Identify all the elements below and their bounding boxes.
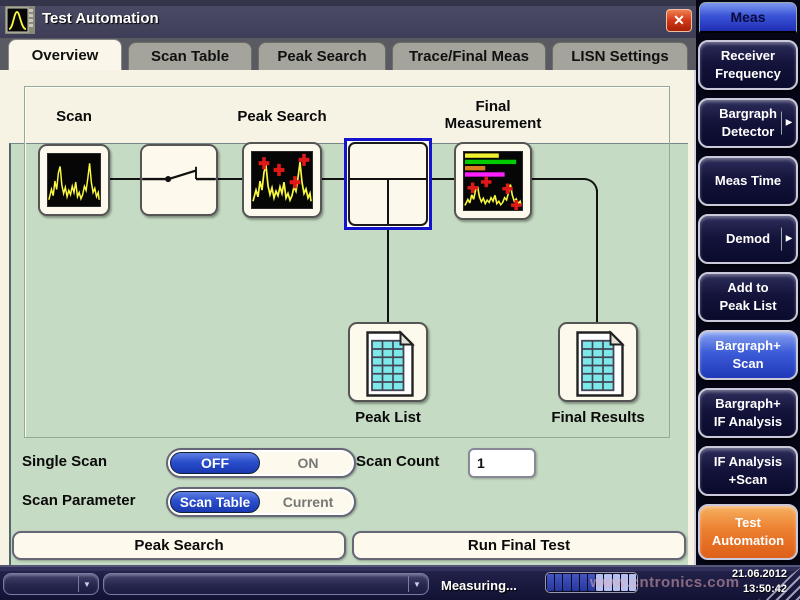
scan-stage-icon[interactable] [38,144,110,216]
softkey-menu: Meas Receiver Frequency Bargraph Detecto… [696,0,800,565]
progress-segment [621,574,628,591]
tab-bar: Overview Scan Table Peak Search Trace/Fi… [0,38,696,70]
peak-search-stage-icon[interactable] [242,142,322,218]
connector-line [387,229,389,322]
peak-search-button[interactable]: Peak Search [12,531,346,560]
junction-box-selected[interactable] [344,138,432,230]
status-date: 21.06.2012 [695,567,787,582]
softkey-add-to-peak-list[interactable]: Add to Peak List [698,272,798,322]
connector-line [110,178,140,180]
tab-peak-search[interactable]: Peak Search [258,42,386,70]
switch-icon [142,146,216,214]
softkey-label: Bargraph Detector [719,105,777,140]
connector-line [322,178,344,180]
junction-box-inner [348,142,428,226]
connector-line [532,178,585,180]
scan-parameter-scan-table-option[interactable]: Scan Table [170,491,260,513]
scan-parameter-toggle: Scan Table Current [166,487,356,517]
peak-search-stage-label: Peak Search [222,108,342,125]
peak-list-label: Peak List [328,409,448,426]
softkey-demod[interactable]: Demod ▶ [698,214,798,264]
scan-count-input[interactable] [468,448,536,478]
progress-segment [613,574,620,591]
softkey-if-analysis-scan[interactable]: IF Analysis +Scan [698,446,798,496]
menu-header-meas: Meas [699,2,797,33]
junction-line-vertical [387,178,389,224]
status-dropdown-2[interactable]: ▼ [103,573,429,595]
tab-trace-final-meas[interactable]: Trace/Final Meas [392,42,546,70]
progress-segment [555,574,562,591]
main-window: Test Automation ✕ Overview Scan Table Pe… [0,0,696,565]
tab-lisn-settings[interactable]: LISN Settings [552,42,688,70]
progress-segment [580,574,587,591]
tab-scan-table[interactable]: Scan Table [128,42,252,70]
scan-parameter-label: Scan Parameter [22,492,135,509]
softkey-meas-time[interactable]: Meas Time [698,156,798,206]
connector-line [596,190,598,322]
submenu-arrow-icon: ▶ [781,228,792,251]
progress-segment [588,574,595,591]
run-final-test-button[interactable]: Run Final Test [352,531,686,560]
single-scan-toggle: OFF ON [166,448,356,478]
app-icon [5,6,35,34]
final-measurement-stage-icon[interactable] [454,142,532,220]
softkey-label: Demod [726,230,770,248]
chevron-down-icon: ▼ [408,576,425,592]
scan-parameter-current-option[interactable]: Current [264,491,352,513]
progress-segment [604,574,611,591]
peak-list-icon[interactable] [348,322,428,402]
progress-segment [547,574,554,591]
status-measuring-text: Measuring... [441,578,517,593]
progress-segment [629,574,636,591]
chevron-down-icon: ▼ [78,576,95,592]
scan-stage-label: Scan [24,108,124,125]
scan-switch-box[interactable] [140,144,218,216]
single-scan-label: Single Scan [22,453,107,470]
progress-segment [596,574,603,591]
document-table-icon [564,328,636,400]
status-bar: ▼ ▼ [0,565,800,600]
tab-overview[interactable]: Overview [8,39,122,70]
softkey-bargraph-scan[interactable]: Bargraph+ Scan [698,330,798,380]
test-automation-screen: Test Automation ✕ Overview Scan Table Pe… [0,0,800,600]
submenu-arrow-icon: ▶ [781,112,792,135]
document-table-icon [354,328,426,400]
window-title: Test Automation [42,10,159,27]
softkey-bargraph-if-analysis[interactable]: Bargraph+ IF Analysis [698,388,798,438]
connector-line [218,178,242,180]
progress-bar [545,572,638,593]
single-scan-off-option[interactable]: OFF [170,452,260,474]
connector-line [432,178,454,180]
softkey-receiver-frequency[interactable]: Receiver Frequency [698,40,798,90]
scan-count-label: Scan Count [356,453,439,470]
title-bar: Test Automation ✕ [0,0,696,38]
peak-search-trace-icon [251,151,313,209]
status-dropdown-1[interactable]: ▼ [3,573,99,595]
softkey-bargraph-detector[interactable]: Bargraph Detector ▶ [698,98,798,148]
single-scan-on-option[interactable]: ON [264,452,352,474]
final-results-label: Final Results [538,409,658,426]
bargraph-trace-icon [463,151,523,211]
progress-segment [563,574,570,591]
final-measurement-stage-label: Final Measurement [433,98,553,132]
scan-trace-icon [47,153,101,207]
close-icon[interactable]: ✕ [666,9,692,32]
progress-segment [572,574,579,591]
final-results-icon[interactable] [558,322,638,402]
softkey-test-automation[interactable]: Test Automation [698,504,798,560]
